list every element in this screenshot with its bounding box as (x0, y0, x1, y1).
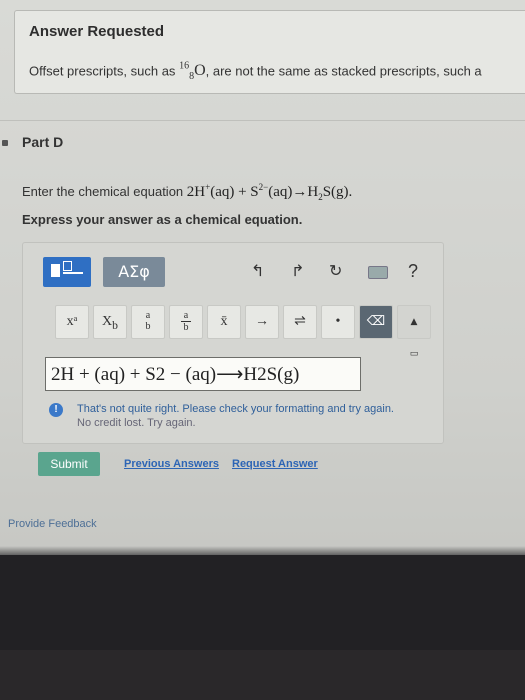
answer-input[interactable]: 2H + (aq) + S2 − (aq)⟶H2S(g) (45, 357, 361, 391)
nuclide-notation: 168O (179, 61, 206, 83)
answer-requested-title: Answer Requested (29, 23, 165, 40)
submit-button[interactable]: Submit (38, 452, 100, 476)
greek-symbols-button[interactable]: ΑΣφ (103, 257, 165, 287)
fraction-button[interactable]: ab (169, 305, 203, 339)
provide-feedback-link[interactable]: Provide Feedback (8, 518, 97, 530)
alert-icon: ! (49, 403, 63, 417)
reaction-arrow-button[interactable]: → (245, 305, 279, 339)
undo-icon[interactable]: ↰ (251, 261, 264, 280)
math-editor: ΑΣφ ↰ ↱ ↻ ? xᵃ Xb ab ab x̄ → ⇌ • ⌫ ▲ ▭ 2H… (22, 242, 444, 444)
section-divider (0, 120, 525, 121)
dot-button[interactable]: • (321, 305, 355, 339)
answer-instruction: Express your answer as a chemical equati… (22, 212, 303, 227)
monitor-bottom (0, 650, 525, 700)
help-button[interactable]: ? (408, 261, 418, 282)
part-bullet-icon (2, 140, 8, 146)
template-box-icon (51, 264, 60, 277)
answer-requested-text: Offset prescripts, such as 168O, are not… (29, 61, 482, 83)
backspace-icon[interactable]: ⌫ (359, 305, 393, 339)
keyboard-shortcuts-icon[interactable] (368, 266, 388, 279)
templates-button[interactable] (43, 257, 91, 287)
template-superscript-icon (63, 261, 72, 271)
chemical-equation: 2H+(aq) + S2−(aq)→H2S(g). (186, 182, 353, 202)
superscript-button[interactable]: xᵃ (55, 305, 89, 339)
subscript-button[interactable]: Xb (93, 305, 127, 339)
keyboard-toggle-icon[interactable]: ▲ ▭ (397, 305, 431, 359)
part-label[interactable]: Part D (22, 134, 63, 150)
feedback-message: That's not quite right. Please check you… (77, 403, 394, 415)
feedback-note: No credit lost. Try again. (77, 417, 196, 429)
stack-button[interactable]: ab (131, 305, 165, 339)
overline-button[interactable]: x̄ (207, 305, 241, 339)
template-line-icon (63, 272, 83, 274)
equilibrium-arrow-button[interactable]: ⇌ (283, 305, 317, 339)
redo-icon[interactable]: ↱ (291, 261, 304, 280)
previous-answers-link[interactable]: Previous Answers (124, 458, 219, 470)
answer-requested-panel: Answer Requested Offset prescripts, such… (14, 10, 525, 94)
reset-icon[interactable]: ↻ (329, 261, 342, 280)
request-answer-link[interactable]: Request Answer (232, 458, 318, 470)
question-prompt: Enter the chemical equation 2H+(aq) + S2… (22, 182, 353, 202)
